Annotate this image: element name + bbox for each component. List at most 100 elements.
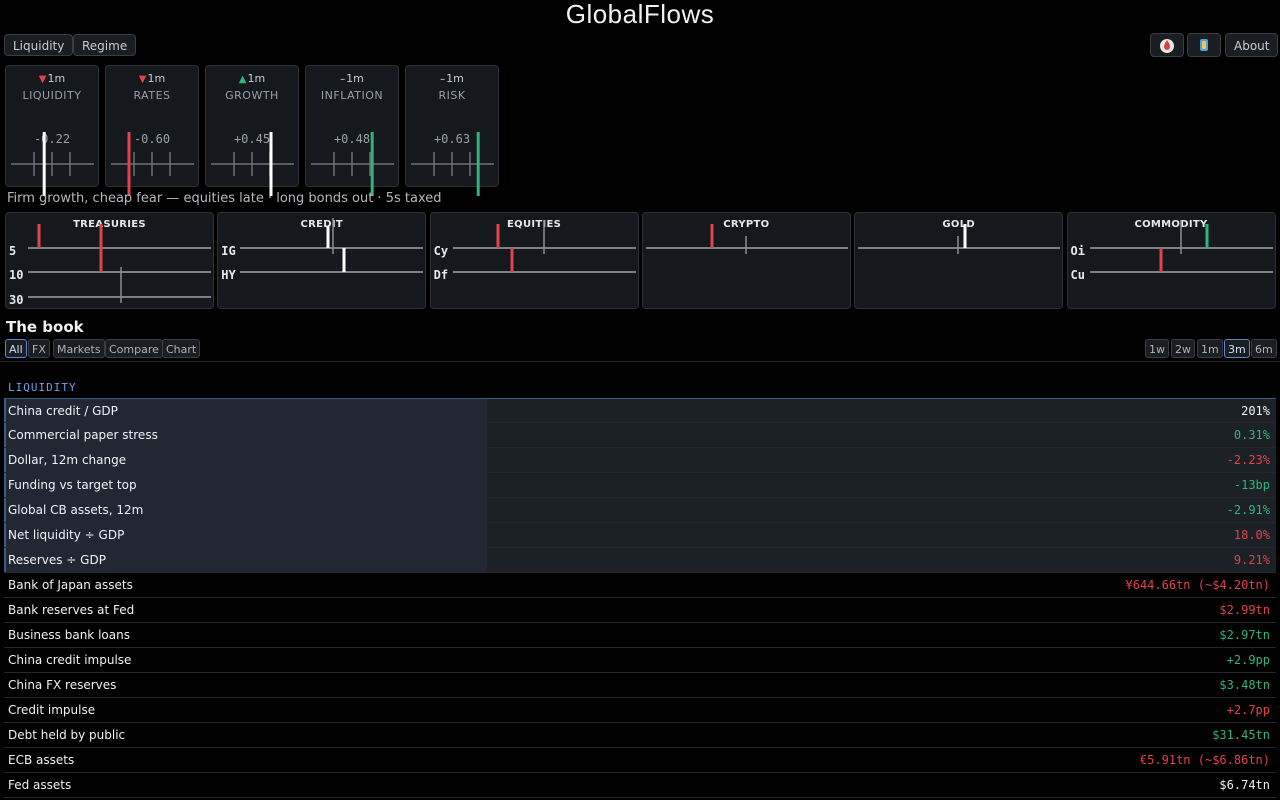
- table-row[interactable]: Dollar, 12m change -2.23%: [4, 448, 1276, 473]
- market-row-label: Oi: [1070, 244, 1085, 258]
- row-value: ¥644.66tn (~$4.20tn): [1125, 578, 1271, 592]
- row-label: China FX reserves: [8, 678, 117, 692]
- market-row-label: 30: [9, 293, 24, 307]
- score-gauge: [111, 132, 194, 196]
- row-value: 0.31%: [1233, 428, 1270, 442]
- row-label: ECB assets: [8, 753, 75, 767]
- row-label: Fed assets: [8, 778, 72, 792]
- market-signal-chart: [240, 218, 424, 273]
- filter-fx[interactable]: FX: [28, 339, 50, 358]
- period-1w[interactable]: 1w: [1145, 339, 1169, 358]
- period-1m[interactable]: 1m: [1197, 339, 1223, 358]
- regime-summary: Firm growth, cheap fear — equities late …: [7, 191, 442, 206]
- table-row[interactable]: ECB assets €5.91tn (~$6.86tn): [4, 748, 1276, 773]
- row-label: China credit impulse: [8, 653, 132, 667]
- row-value: $2.99tn: [1219, 603, 1270, 617]
- regime-card-rates[interactable]: ▼1m RATES -0.60: [105, 65, 199, 196]
- row-value: $31.45tn: [1212, 728, 1270, 742]
- table-row[interactable]: Reserves ÷ GDP 9.21%: [4, 548, 1276, 573]
- row-accent: [4, 473, 6, 497]
- droplet-button[interactable]: [1150, 33, 1184, 57]
- market-panel-equities[interactable]: EQUITIES Cy Df: [429, 212, 639, 309]
- app-title: GlobalFlows: [565, 0, 715, 29]
- regime-card-liquidity[interactable]: ▼1m LIQUIDITY -0.22: [5, 65, 99, 196]
- row-label: Dollar, 12m change: [8, 453, 127, 467]
- row-value: -2.91%: [1226, 503, 1270, 517]
- about-button[interactable]: About: [1225, 33, 1279, 57]
- table-row[interactable]: Credit impulse +2.7pp: [4, 698, 1276, 723]
- market-panel-credit[interactable]: CREDIT IG HY: [217, 212, 427, 309]
- filter-markets[interactable]: Markets: [53, 339, 105, 358]
- filter-compare[interactable]: Compare: [105, 339, 163, 358]
- group-label: LIQUIDITY: [8, 381, 77, 394]
- table-row[interactable]: Bank reserves at Fed $2.99tn: [4, 598, 1276, 623]
- market-row-label: IG: [221, 244, 236, 258]
- score-gauge: [11, 132, 94, 196]
- regime-card-risk[interactable]: –1m RISK +0.63: [405, 65, 499, 196]
- row-label: Net liquidity ÷ GDP: [8, 528, 125, 542]
- table-row[interactable]: Net liquidity ÷ GDP 18.0%: [4, 523, 1276, 548]
- row-value: +2.7pp: [1226, 703, 1270, 717]
- market-panel-commodity[interactable]: COMMODITY Oi Cu: [1066, 212, 1276, 309]
- droplet-icon: [1160, 39, 1174, 53]
- table-row[interactable]: China credit / GDP 201%: [4, 398, 1276, 423]
- table-row[interactable]: Commercial paper stress 0.31%: [4, 423, 1276, 448]
- row-label: Funding vs target top: [8, 478, 137, 492]
- row-label: Credit impulse: [8, 703, 96, 717]
- row-label: Bank of Japan assets: [8, 578, 133, 592]
- gauge-button[interactable]: [1187, 33, 1221, 57]
- book-table: China credit / GDP 201% Commercial paper s…: [4, 398, 1276, 798]
- row-label: Commercial paper stress: [8, 428, 158, 442]
- table-row[interactable]: Debt held by public $31.45tn: [4, 723, 1276, 748]
- table-row[interactable]: China credit impulse +2.9pp: [4, 648, 1276, 673]
- market-row-label: HY: [221, 268, 236, 282]
- market-signal-chart: [858, 224, 1061, 254]
- book-title: The book: [6, 318, 84, 336]
- score-gauge: [411, 132, 494, 196]
- filter-all[interactable]: All: [5, 339, 27, 358]
- row-value: $3.48tn: [1219, 678, 1270, 692]
- row-value: $6.74tn: [1219, 778, 1270, 792]
- market-row-label: 10: [9, 268, 24, 282]
- row-value: 18.0%: [1233, 528, 1270, 542]
- row-label: Business bank loans: [8, 628, 130, 642]
- market-row-label: Df: [433, 268, 449, 282]
- period-6m[interactable]: 6m: [1251, 339, 1277, 358]
- market-panel-crypto[interactable]: CRYPTO: [641, 212, 851, 309]
- table-row[interactable]: China FX reserves $3.48tn: [4, 673, 1276, 698]
- liquidity-nav-button[interactable]: Liquidity: [4, 34, 74, 56]
- row-accent: [4, 448, 6, 472]
- market-row-label: 5: [9, 244, 17, 258]
- period-2w[interactable]: 2w: [1171, 339, 1195, 358]
- row-label: Bank reserves at Fed: [8, 603, 135, 617]
- regime-card-growth[interactable]: ▲1m GROWTH +0.45: [205, 65, 299, 196]
- market-signal-chart: [28, 224, 211, 303]
- row-value: -13bp: [1233, 478, 1270, 492]
- market-signal-chart: [1089, 220, 1273, 273]
- row-accent: [4, 548, 6, 572]
- regime-nav-button[interactable]: Regime: [73, 34, 137, 56]
- row-accent: [4, 498, 6, 522]
- row-accent: [4, 399, 6, 422]
- period-3m[interactable]: 3m: [1224, 339, 1250, 358]
- filter-chart[interactable]: Chart: [162, 339, 201, 358]
- score-gauge: [211, 132, 294, 196]
- row-accent: [4, 423, 6, 447]
- regime-card-inflation[interactable]: –1m INFLATION +0.48: [305, 65, 399, 196]
- market-panel-treasuries[interactable]: TREASURIES 5 10 30: [5, 212, 214, 309]
- divider: [0, 361, 1280, 362]
- table-row[interactable]: Bank of Japan assets ¥644.66tn (~$4.20tn): [4, 573, 1276, 598]
- market-signal-chart: [645, 224, 848, 254]
- row-value: 9.21%: [1233, 553, 1270, 567]
- market-panel-gold[interactable]: GOLD: [854, 212, 1064, 309]
- row-value: €5.91tn (~$6.86tn): [1139, 753, 1270, 767]
- table-row[interactable]: Global CB assets, 12m -2.91%: [4, 498, 1276, 523]
- table-row[interactable]: Funding vs target top -13bp: [4, 473, 1276, 498]
- row-label: Global CB assets, 12m: [8, 503, 144, 517]
- table-row[interactable]: Fed assets $6.74tn: [4, 773, 1276, 798]
- market-row-label: Cu: [1070, 268, 1085, 282]
- table-row[interactable]: Business bank loans $2.97tn: [4, 623, 1276, 648]
- row-label: Debt held by public: [8, 728, 126, 742]
- market-row-label: Cy: [433, 244, 449, 258]
- market-signal-chart: [452, 220, 636, 273]
